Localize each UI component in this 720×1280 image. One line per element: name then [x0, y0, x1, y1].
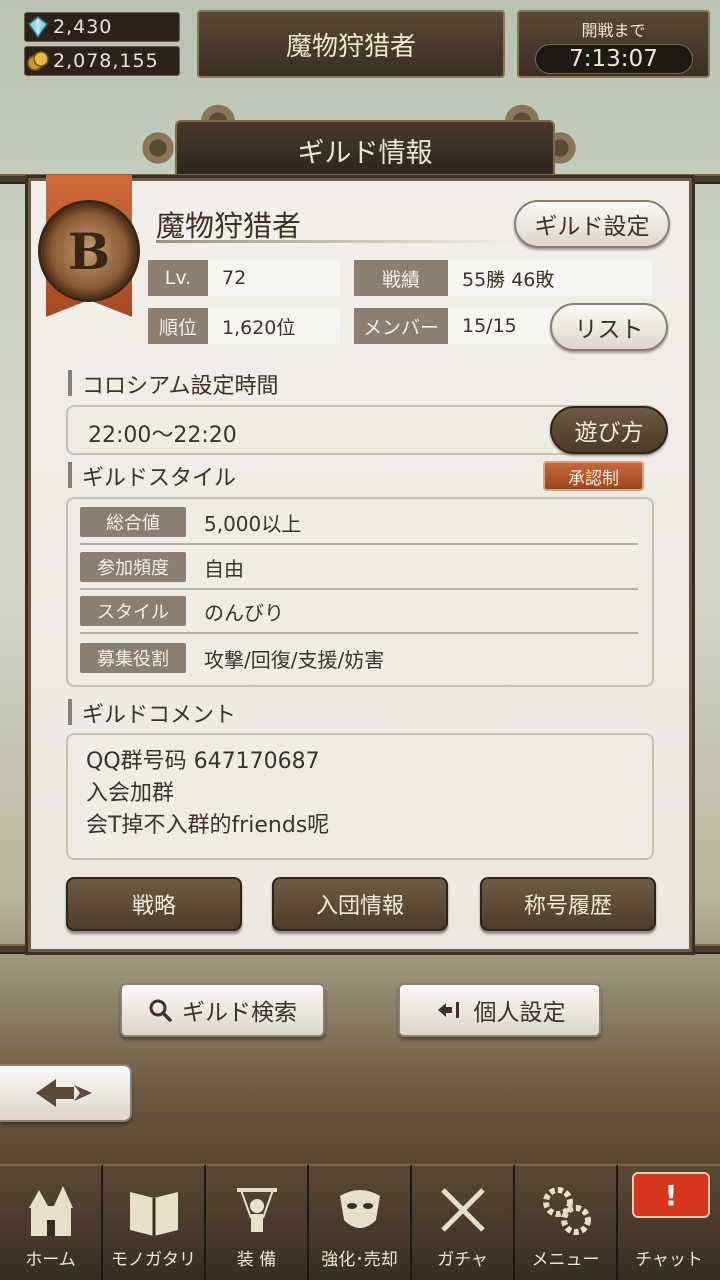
- nav-label: 強化･売却: [321, 1250, 398, 1270]
- style-row-value: のんびり: [204, 600, 284, 625]
- join-info-button[interactable]: 入団情報: [272, 877, 448, 931]
- gears-icon: [542, 1187, 591, 1235]
- style-row-label: 参加頻度: [80, 552, 186, 582]
- gem-counter: 2,430: [24, 12, 180, 42]
- book-icon: [129, 1192, 178, 1236]
- guild-search-label: ギルド検索: [182, 1000, 297, 1026]
- personal-settings-button[interactable]: 個人設定: [398, 983, 601, 1037]
- style-row-style: スタイル のんびり: [80, 590, 638, 634]
- nav-label: モノガタリ: [111, 1250, 196, 1270]
- colosseum-time: 22:00〜22:20: [88, 423, 237, 448]
- how-to-play-button[interactable]: 遊び方: [550, 406, 668, 454]
- nav-label: ホーム: [25, 1250, 76, 1270]
- nav-enhance-sell[interactable]: 強化･売却: [309, 1164, 412, 1280]
- comment-line: QQ群号码 647170687: [86, 749, 320, 774]
- record-value: 55勝 46敗: [448, 260, 652, 296]
- comment-line: 入会加群: [86, 781, 175, 806]
- guild-name: 魔物狩猎者: [156, 209, 302, 243]
- style-row-label: 総合値: [80, 507, 186, 537]
- style-row-value: 5,000以上: [204, 511, 302, 536]
- level-label: Lv.: [148, 260, 208, 296]
- colosseum-section-title: コロシアム設定時間: [68, 368, 278, 400]
- nav-label: 装 備: [236, 1250, 277, 1270]
- nav-label: チャット: [635, 1250, 703, 1270]
- nav-label: ガチャ: [437, 1250, 488, 1270]
- guild-title-bar: 魔物狩猎者: [197, 10, 505, 78]
- personal-settings-label: 個人設定: [473, 1000, 566, 1026]
- back-button[interactable]: [0, 1064, 132, 1122]
- coin-amount: 2,078,155: [53, 50, 159, 72]
- back-arrow-icon: [36, 1079, 92, 1107]
- style-row-value: 自由: [204, 556, 244, 581]
- style-row-frequency: 参加頻度 自由: [80, 546, 638, 590]
- record-stat: 戦績 55勝 46敗: [354, 260, 652, 296]
- nav-home[interactable]: ホーム: [0, 1164, 103, 1280]
- nav-chat[interactable]: ! チャット: [618, 1164, 720, 1280]
- comment-section-title: ギルドコメント: [68, 697, 236, 729]
- nav-label: メニュー: [531, 1250, 600, 1270]
- nav-gacha[interactable]: ガチャ: [412, 1164, 515, 1280]
- guild-search-button[interactable]: ギルド検索: [120, 983, 325, 1037]
- rank-value: 1,620位: [208, 308, 340, 344]
- enter-icon: [437, 1002, 459, 1018]
- title-history-button[interactable]: 称号履歴: [480, 877, 656, 931]
- style-section-title: ギルドスタイル: [68, 460, 236, 492]
- battle-timer: 開戦まで 7:13:07: [517, 10, 710, 78]
- rank-stat: 順位 1,620位: [148, 308, 340, 344]
- panel-title: ギルド情報: [175, 120, 555, 180]
- gem-amount: 2,430: [53, 16, 113, 38]
- swords-icon: [440, 1188, 485, 1232]
- strategy-button[interactable]: 戦略: [66, 877, 242, 931]
- name-underline: [156, 240, 516, 243]
- member-list-button[interactable]: リスト: [550, 303, 668, 351]
- rank-label: 順位: [148, 308, 208, 344]
- timer-label: 開戦まで: [581, 21, 646, 40]
- gear-ornament-icon: [138, 128, 178, 168]
- style-row-label: スタイル: [80, 596, 186, 626]
- record-label: 戦績: [354, 260, 448, 296]
- search-icon: [149, 999, 172, 1022]
- comment-line: 会T掉不入群的friends呢: [86, 813, 330, 838]
- nav-story[interactable]: モノガタリ: [103, 1164, 206, 1280]
- style-row-roles: 募集役割 攻撃/回復/支援/妨害: [80, 636, 638, 680]
- puppet-icon: [236, 1188, 277, 1232]
- style-row-value: 攻撃/回復/支援/妨害: [204, 647, 385, 672]
- style-row-label: 募集役割: [80, 643, 186, 673]
- gem-icon: [27, 16, 49, 38]
- coin-icon: [27, 51, 49, 71]
- chat-icon: !: [632, 1172, 710, 1218]
- bottom-navigation: ホーム モノガタリ 装 備 強化･売却 ガチャ メニュー ! チャット: [0, 1164, 720, 1280]
- nav-equipment[interactable]: 装 備: [206, 1164, 309, 1280]
- approval-badge: 承認制: [543, 461, 644, 491]
- style-row-total: 総合値 5,000以上: [80, 501, 638, 545]
- guild-comment: QQ群号码 647170687 入会加群 会T掉不入群的friends呢: [86, 746, 329, 842]
- guild-settings-button[interactable]: ギルド設定: [514, 200, 670, 248]
- level-value: 72: [208, 260, 340, 296]
- timer-value: 7:13:07: [534, 44, 693, 74]
- mask-icon: [339, 1190, 380, 1228]
- coin-counter: 2,078,155: [24, 46, 180, 76]
- nav-menu[interactable]: メニュー: [515, 1164, 618, 1280]
- members-label: メンバー: [354, 308, 448, 344]
- castle-icon: [28, 1186, 73, 1236]
- guild-rank-badge: B: [38, 200, 140, 302]
- level-stat: Lv. 72: [148, 260, 340, 296]
